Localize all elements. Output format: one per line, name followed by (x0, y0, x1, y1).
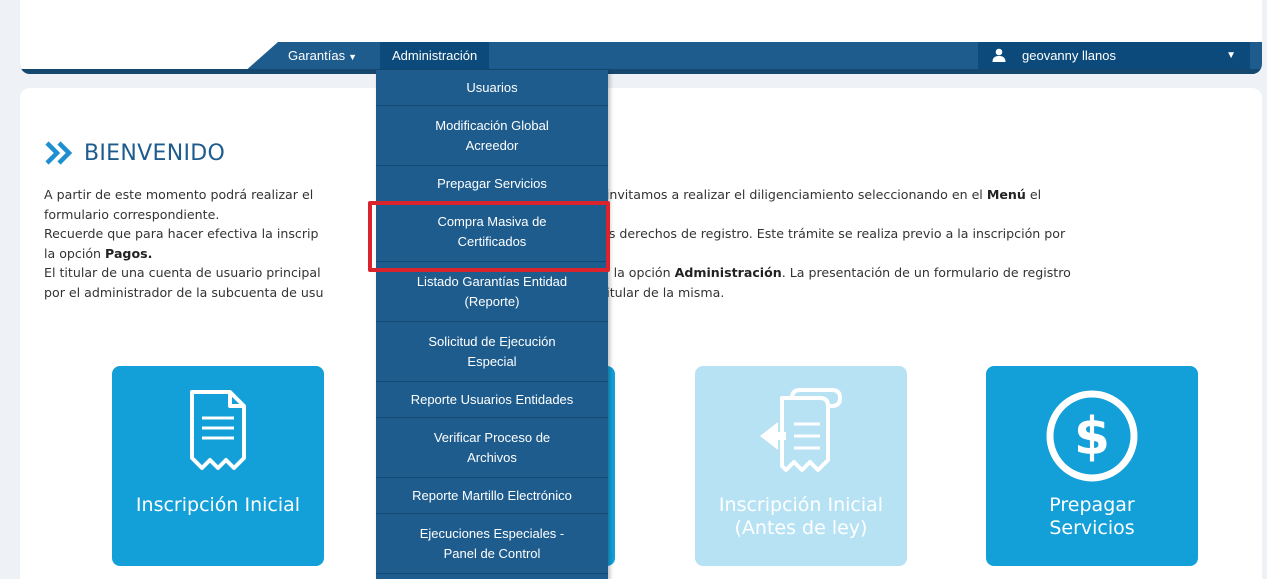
nav-administracion-label: Administración (392, 48, 478, 63)
intro-paragraph-2-line-2: la opción Pagos. (44, 245, 153, 261)
menu-item-compra-masiva-certificados[interactable]: Compra Masiva de Certificados (376, 202, 608, 262)
nav-garantias-label: Garantías (288, 48, 346, 63)
welcome-heading: BIENVENIDO (44, 136, 225, 170)
menu-item-listado-garantias-entidad[interactable]: Listado Garantías Entidad (Reporte) (376, 262, 608, 322)
intro-paragraph-3: El titular de una cuenta de usuario prin… (44, 265, 1071, 280)
tile-inscripcion-inicial-antes-de-ley[interactable]: Inscripción Inicial (Antes de ley) (695, 366, 907, 566)
menu-item-modificacion-global-acreedor[interactable]: Modificación Global Acreedor (376, 106, 608, 166)
intro-paragraph-2: Recuerde que para hacer efectiva la insc… (44, 226, 1066, 241)
welcome-panel: BIENVENIDO A partir de este momento podr… (20, 88, 1262, 579)
caret-down-icon: ▼ (348, 52, 358, 62)
menu-item-ejecuciones-especiales-panel[interactable]: Ejecuciones Especiales - Panel de Control (376, 514, 608, 574)
tile-inscripcion-inicial[interactable]: Inscripción Inicial (112, 366, 324, 566)
document-arrow-icon (760, 388, 843, 472)
tile-prepagar-servicios[interactable]: $ Prepagar Servicios (986, 366, 1198, 566)
user-icon (992, 48, 1006, 62)
menu-item-usuarios[interactable]: Usuarios (376, 70, 608, 106)
intro-paragraph-3-line-2: por el administrador de la subcuenta de … (44, 284, 725, 300)
tile-label: Inscripción Inicial (135, 494, 301, 516)
menu-item-verificar-proceso-archivos[interactable]: Verificar Proceso de Archivos (376, 418, 608, 478)
page-title: BIENVENIDO (84, 140, 226, 166)
main-navbar: Garantías ▼ Administración geovanny llano… (20, 42, 1262, 74)
document-icon (190, 390, 246, 470)
menu-item-solicitud-ejecucion-especial[interactable]: Solicitud de Ejecución Especial (376, 322, 608, 382)
nav-garantias[interactable]: Garantías ▼ (288, 42, 357, 69)
navbar-bottom-stripe (20, 69, 1262, 74)
user-menu[interactable]: geovanny llanos ▼ (978, 42, 1250, 69)
user-name: geovanny llanos (1022, 48, 1116, 63)
menu-item-reporte-martillo-electronico[interactable]: Reporte Martillo Electrónico (376, 478, 608, 514)
dollar-icon: $ (1046, 390, 1138, 482)
tile-label: Prepagar Servicios (1049, 494, 1135, 539)
administracion-dropdown-menu: Usuarios Modificación Global Acreedor Pre… (376, 70, 608, 579)
intro-paragraph-1: A partir de este momento podrá realizar … (44, 187, 1042, 202)
menu-item-prepagar-servicios[interactable]: Prepagar Servicios (376, 166, 608, 202)
svg-text:$: $ (1074, 407, 1110, 467)
chevron-down-icon: ▼ (1226, 50, 1236, 61)
menu-item-reporte-usuarios-entidades[interactable]: Reporte Usuarios Entidades (376, 382, 608, 418)
double-chevron-icon (45, 141, 73, 165)
nav-administracion[interactable]: Administración (380, 42, 490, 69)
tile-label: Inscripción Inicial (Antes de ley) (718, 494, 884, 539)
intro-paragraph-1-line-2: formulario correspondiente. (44, 206, 220, 222)
intro-text: A partir de este momento podrá realizar … (44, 185, 1244, 302)
header: Garantías ▼ Administración geovanny llano… (20, 0, 1262, 74)
